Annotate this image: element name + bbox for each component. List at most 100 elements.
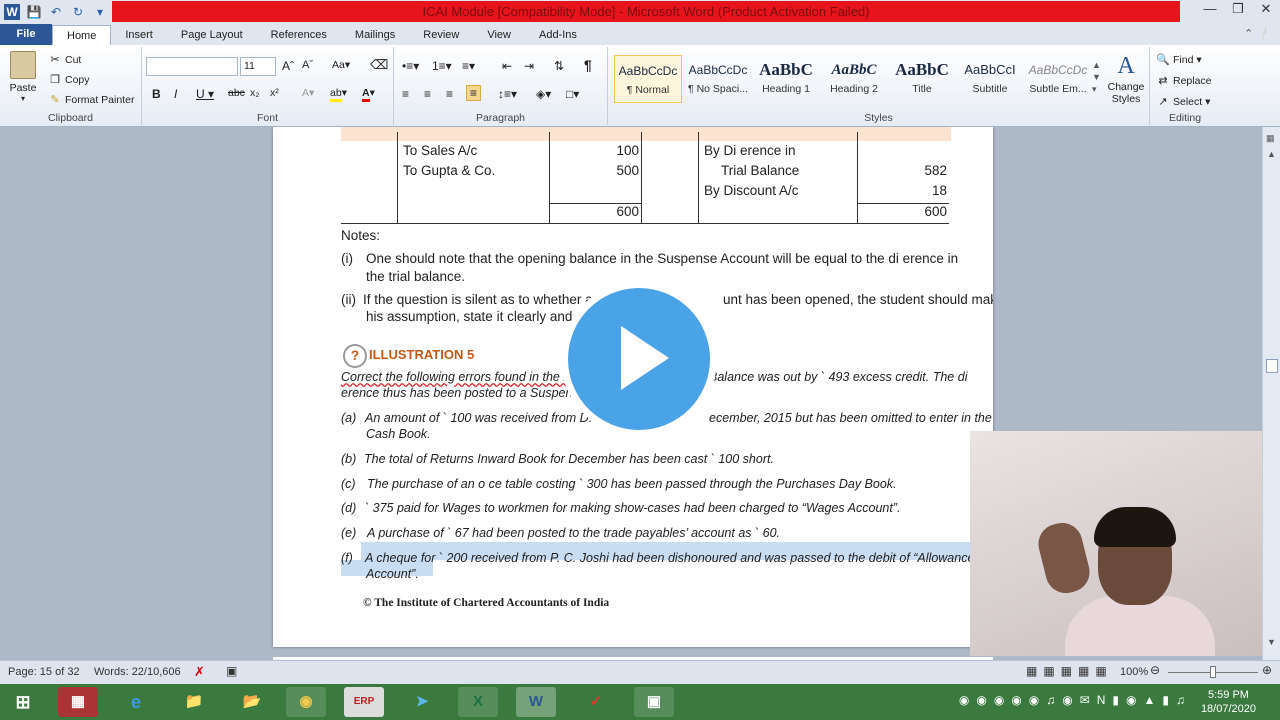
customize-qat-icon[interactable]: ▾	[92, 4, 108, 20]
tab-review[interactable]: Review	[409, 25, 473, 45]
view-buttons-icon[interactable]: ▦▦▦▦▦	[1026, 664, 1113, 678]
tab-file[interactable]: File	[0, 24, 52, 45]
item-number: (f)	[341, 551, 353, 565]
grow-font-icon[interactable]: Aˆ	[282, 59, 294, 73]
tab-mailings[interactable]: Mailings	[341, 25, 409, 45]
italic-button[interactable]: I	[174, 87, 177, 101]
align-left-icon[interactable]: ≡	[402, 87, 409, 101]
ledger-left-total: 600	[616, 204, 639, 219]
font-color-icon[interactable]: A▾	[362, 87, 375, 102]
file-explorer-icon[interactable]: 📁	[174, 687, 214, 717]
style-title[interactable]: AaBbC Title	[888, 55, 956, 103]
tab-references[interactable]: References	[257, 25, 341, 45]
shading-icon[interactable]: ◈▾	[536, 87, 551, 101]
bold-button[interactable]: B	[152, 87, 161, 101]
style-normal[interactable]: AaBbCcDc ¶ Normal	[614, 55, 682, 103]
ledger-left-entry: To Sales A/c	[403, 143, 478, 158]
excel-icon[interactable]: X	[458, 687, 498, 717]
page-count[interactable]: Page: 15 of 32	[8, 666, 80, 678]
ribbon: Paste ▾ ✂ Cut ❐ Copy ✎ Format Painter Clipb…	[0, 45, 1280, 127]
chrome-icon[interactable]: ◉	[286, 687, 326, 717]
proofing-icon[interactable]: ✗	[194, 664, 205, 680]
find-button[interactable]: 🔍 Find ▾	[1156, 53, 1202, 67]
macro-icon[interactable]: ▣	[226, 664, 237, 678]
format-painter-button[interactable]: ✎ Format Painter	[48, 93, 134, 107]
play-button-icon[interactable]	[568, 288, 710, 430]
redo-icon[interactable]: ↻	[70, 4, 86, 20]
align-right-icon[interactable]: ≡	[446, 87, 453, 101]
show-marks-icon[interactable]: ¶	[584, 57, 592, 73]
pdf-reader-icon[interactable]: ✓	[576, 687, 616, 717]
style-name: Heading 1	[762, 83, 810, 95]
tab-home[interactable]: Home	[52, 25, 112, 45]
save-icon[interactable]: 💾	[26, 4, 42, 20]
tab-insert[interactable]: Insert	[111, 25, 167, 45]
vertical-scrollbar[interactable]: ▦ ▲ ▼	[1262, 127, 1280, 660]
decrease-indent-icon[interactable]: ⇤	[502, 59, 512, 73]
illustration-icon: ?	[343, 344, 367, 368]
camera-app-icon[interactable]: ▣	[634, 687, 674, 717]
ruler-toggle-icon[interactable]: ▦	[1266, 133, 1275, 144]
folder-icon[interactable]: 📂	[232, 687, 272, 717]
tab-add-ins[interactable]: Add-Ins	[525, 25, 591, 45]
minimize-button[interactable]: —	[1196, 0, 1224, 20]
text-effects-icon[interactable]: A▾	[302, 87, 314, 99]
style-subtitle[interactable]: AaBbCcI Subtitle	[956, 55, 1024, 103]
help-icon[interactable]: ⌃ ❔	[1244, 27, 1270, 40]
strikethrough-button[interactable]: abc	[228, 87, 245, 99]
style-heading-1[interactable]: AaBbC Heading 1	[752, 55, 820, 103]
close-button[interactable]: ✕	[1252, 0, 1280, 20]
tab-page-layout[interactable]: Page Layout	[167, 25, 257, 45]
scroll-thumb[interactable]	[1266, 359, 1278, 373]
increase-indent-icon[interactable]: ⇥	[524, 59, 534, 73]
telegram-icon[interactable]: ➤	[402, 687, 442, 717]
undo-icon[interactable]: ↶	[48, 4, 64, 20]
zoom-level[interactable]: 100%	[1120, 666, 1148, 678]
tab-view[interactable]: View	[473, 25, 525, 45]
style-name: ¶ Normal	[626, 84, 670, 96]
ribbon-tabs: File Home Insert Page Layout References …	[0, 24, 1280, 45]
align-center-icon[interactable]: ≡	[424, 87, 431, 101]
borders-icon[interactable]: □▾	[566, 87, 579, 101]
zoom-out-icon[interactable]: ⊖	[1150, 663, 1160, 677]
style-no-spacing[interactable]: AaBbCcDc ¶ No Spaci...	[684, 55, 752, 103]
bullets-icon[interactable]: •≡▾	[402, 59, 419, 73]
word-icon[interactable]: W	[4, 4, 20, 20]
copy-button[interactable]: ❐ Copy	[48, 73, 89, 87]
styles-scroll-icon[interactable]: ▲ ▼ ▾	[1092, 59, 1101, 95]
start-button-icon[interactable]: ⊞	[2, 687, 44, 717]
subscript-button[interactable]: x₂	[250, 87, 259, 99]
font-size-field[interactable]: 11	[240, 57, 276, 76]
line-spacing-icon[interactable]: ↕≡▾	[498, 87, 517, 101]
multilevel-list-icon[interactable]: ≡▾	[462, 59, 475, 73]
tally-icon[interactable]: ERP	[344, 687, 384, 717]
underline-button[interactable]: U ▾	[196, 87, 214, 101]
clock[interactable]: 5:59 PM 18/07/2020	[1201, 688, 1256, 716]
style-heading-2[interactable]: AaBbC Heading 2	[820, 55, 888, 103]
shrink-font-icon[interactable]: Aˇ	[302, 59, 313, 71]
numbering-icon[interactable]: 1≡▾	[432, 59, 452, 73]
restore-button[interactable]: ❐	[1224, 0, 1252, 20]
word-taskbar-icon[interactable]: W	[516, 687, 556, 717]
word-count[interactable]: Words: 22/10,606	[94, 666, 181, 678]
scroll-up-icon[interactable]: ▲	[1267, 149, 1276, 159]
select-button[interactable]: ↗ Select ▾	[1156, 95, 1210, 109]
justify-icon[interactable]: ≡	[466, 85, 482, 101]
zoom-in-icon[interactable]: ⊕	[1262, 663, 1272, 677]
sort-icon[interactable]: ⇅	[554, 59, 564, 73]
font-name-field[interactable]	[146, 57, 238, 76]
zoom-slider-thumb[interactable]	[1210, 666, 1216, 678]
app-icon[interactable]: ▦	[58, 687, 98, 717]
tray-icons[interactable]: ◉◉◉◉◉♫◉✉N▮◉▲▮♫	[959, 693, 1192, 707]
superscript-button[interactable]: x²	[270, 87, 279, 99]
paste-button[interactable]: Paste ▾	[8, 51, 38, 103]
scroll-down-icon[interactable]: ▼	[1267, 637, 1276, 647]
cut-button[interactable]: ✂ Cut	[48, 53, 81, 67]
replace-button[interactable]: ⇄ Replace	[1156, 74, 1211, 88]
highlight-icon[interactable]: ab▾	[330, 87, 347, 102]
internet-explorer-icon[interactable]: e	[116, 687, 156, 717]
change-styles-button[interactable]: A Change Styles	[1104, 51, 1148, 105]
change-case-icon[interactable]: Aa▾	[332, 59, 350, 71]
clear-formatting-icon[interactable]: ⌫	[370, 57, 388, 73]
style-subtle-emphasis[interactable]: AaBbCcDc Subtle Em...	[1024, 55, 1092, 103]
